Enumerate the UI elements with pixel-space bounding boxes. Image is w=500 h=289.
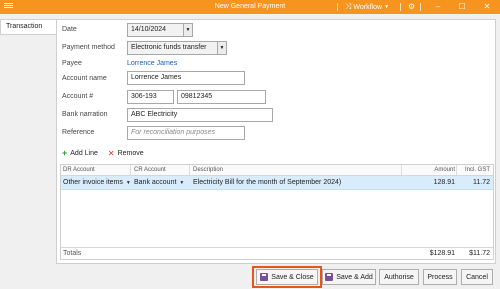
payment-method-value: Electronic funds transfer — [131, 44, 207, 51]
bsb-field[interactable]: 306-193 — [127, 90, 174, 104]
total-amount: $128.91 — [429, 250, 455, 257]
chevron-down-icon[interactable]: ▼ — [179, 180, 184, 186]
save-add-button[interactable]: Save & Add — [322, 269, 376, 285]
add-line-button[interactable]: + Add Line — [62, 148, 98, 158]
remove-label: Remove — [117, 150, 144, 157]
remove-button[interactable]: ✕ Remove — [107, 149, 144, 158]
account-number-field[interactable]: 09812345 — [177, 90, 266, 104]
column-header-dr-account[interactable]: DR Account — [63, 167, 95, 173]
payment-method-select[interactable]: Electronic funds transfer ▼ — [127, 41, 227, 55]
totals-label: Totals — [63, 250, 82, 257]
bank-narration-label: Bank narration — [62, 111, 108, 118]
reference-field[interactable]: For reconciliation purposes — [127, 126, 245, 140]
workflow-label: Workflow — [353, 3, 383, 11]
column-divider — [130, 165, 131, 175]
reference-label: Reference — [62, 129, 95, 136]
title-separator — [337, 3, 338, 11]
close-icon[interactable]: ✕ — [481, 1, 493, 13]
cancel-button[interactable]: Cancel — [461, 269, 493, 285]
gear-icon[interactable]: ⚙ — [408, 2, 415, 11]
description-cell[interactable]: Electricity Bill for the month of Septem… — [193, 179, 341, 186]
tab-transaction[interactable]: Transaction — [0, 19, 57, 35]
account-name-field[interactable]: Lorrence James — [127, 71, 245, 85]
save-add-label: Save & Add — [336, 273, 373, 281]
total-incl-gst: $11.72 — [469, 250, 490, 257]
maximize-icon[interactable]: ☐ — [456, 1, 468, 13]
date-picker[interactable]: 14/10/2024 ▼ — [127, 23, 193, 37]
remove-icon: ✕ — [107, 149, 115, 158]
chevron-down-icon[interactable]: ▼ — [183, 24, 192, 36]
payment-method-label: Payment method — [62, 44, 115, 51]
workflow-menu[interactable]: ⤨ Workflow ▼ — [345, 3, 389, 11]
account-name-label: Account name — [62, 75, 107, 82]
process-label: Process — [427, 273, 453, 281]
chevron-down-icon[interactable]: ▼ — [126, 180, 131, 186]
title-separator — [420, 3, 421, 11]
chevron-down-icon: ▼ — [384, 4, 390, 10]
amount-cell[interactable]: 128.91 — [434, 179, 455, 186]
tab-strip: Transaction — [0, 14, 57, 289]
date-label: Date — [62, 26, 77, 33]
title-separator — [400, 3, 401, 11]
grid-toolbar: + Add Line ✕ Remove — [62, 148, 144, 158]
payee-label: Payee — [62, 60, 82, 67]
title-bar: New General Payment ⤨ Workflow ▼ ⚙ – ☐ ✕ — [0, 0, 500, 14]
save-close-highlight — [252, 266, 322, 288]
dr-account-value: Other invoice items — [63, 179, 123, 186]
workflow-icon: ⤨ — [345, 2, 352, 11]
incl-gst-cell[interactable]: 11.72 — [473, 179, 490, 186]
column-header-amount[interactable]: Amount — [434, 167, 455, 173]
process-button[interactable]: Process — [423, 269, 457, 285]
lines-grid: DR Account CR Account Description Amount… — [60, 164, 494, 260]
reference-placeholder: For reconciliation purposes — [131, 129, 216, 136]
plus-icon: + — [62, 148, 68, 158]
column-divider — [401, 165, 402, 175]
cr-account-cell[interactable]: Bank account ▼ — [134, 179, 184, 186]
window-title: New General Payment — [214, 3, 286, 10]
table-row[interactable]: Other invoice items ▼ Bank account ▼ Elect… — [61, 176, 493, 190]
payee-link[interactable]: Lorrence James — [127, 60, 177, 67]
column-header-cr-account[interactable]: CR Account — [134, 167, 166, 173]
cancel-label: Cancel — [466, 273, 488, 281]
authorise-label: Authorise — [384, 273, 414, 281]
bank-narration-field[interactable]: ABC Electricity — [127, 108, 273, 122]
grid-totals-row: Totals $128.91 $11.72 — [61, 247, 493, 259]
date-value: 14/10/2024 — [131, 26, 167, 33]
column-divider — [456, 165, 457, 175]
column-header-description[interactable]: Description — [193, 167, 223, 173]
authorise-button[interactable]: Authorise — [379, 269, 419, 285]
column-divider — [189, 165, 190, 175]
grid-header: DR Account CR Account Description Amount… — [61, 165, 493, 176]
save-icon — [325, 273, 334, 281]
minimize-icon[interactable]: – — [432, 1, 444, 13]
dr-account-cell[interactable]: Other invoice items ▼ — [63, 179, 131, 186]
add-line-label: Add Line — [70, 150, 98, 157]
column-header-incl-gst[interactable]: Incl. GST — [465, 167, 490, 173]
button-bar: Save & Close Save & Add Authorise Proces… — [0, 264, 500, 289]
chevron-down-icon[interactable]: ▼ — [217, 42, 226, 54]
account-number-label: Account # — [62, 93, 94, 100]
cr-account-value: Bank account — [134, 179, 177, 186]
